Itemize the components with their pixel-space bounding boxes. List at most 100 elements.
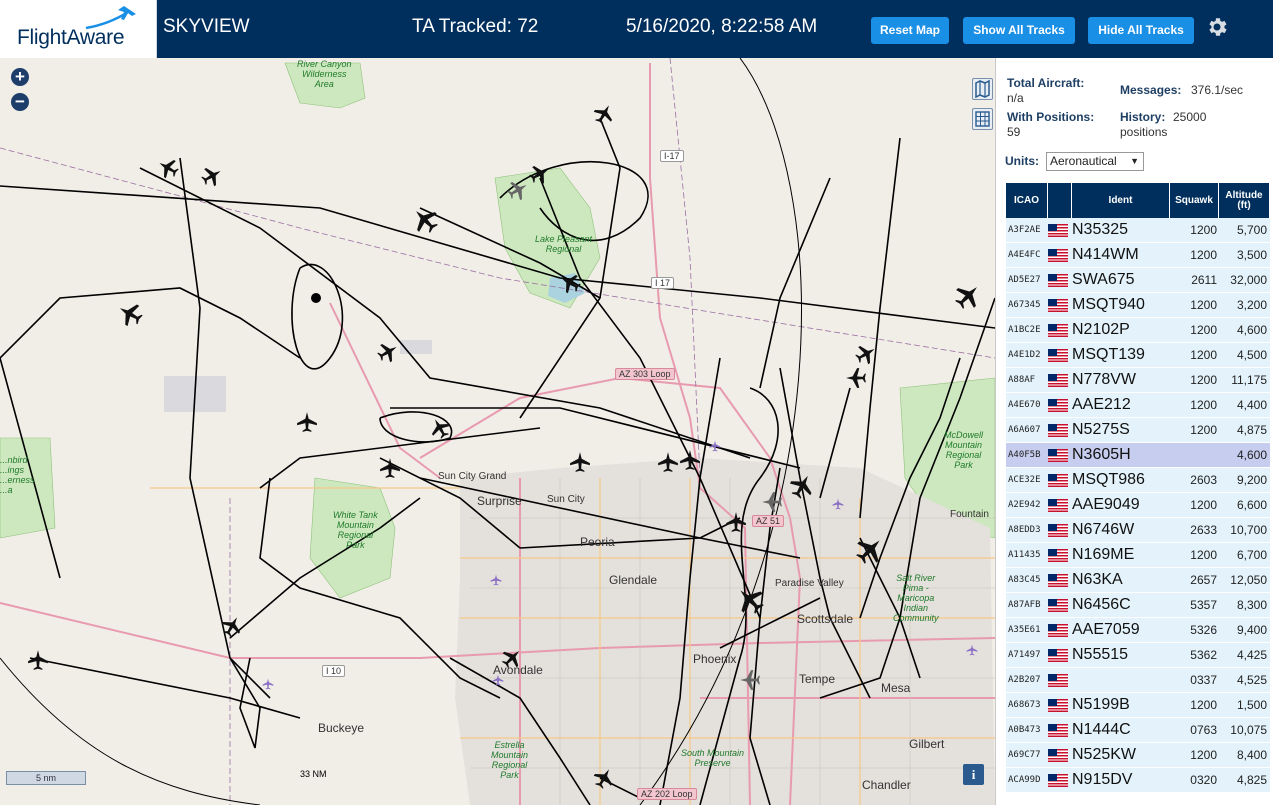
table-row[interactable]: A2B207 0337 4,525 [1006,668,1270,693]
col-icao[interactable]: ICAO [1006,183,1048,218]
cell-icao: A0B473 [1008,725,1041,735]
us-flag-icon [1048,748,1068,762]
cell-squawk: 5362 [1190,648,1217,662]
cell-altitude: 10,700 [1230,523,1267,537]
reset-map-button[interactable]: Reset Map [871,17,949,44]
cell-flag [1048,323,1072,337]
cell-ident: N169ME [1072,546,1135,563]
col-ident[interactable]: Ident [1072,183,1170,218]
table-row[interactable]: A69C77 N525KW 1200 8,400 [1006,743,1270,768]
cell-icao: A35E61 [1008,625,1041,635]
cell-flag [1048,423,1072,437]
cell-flag [1048,773,1072,787]
cell-icao: A11435 [1008,550,1041,560]
cell-flag [1048,648,1072,662]
col-squawk[interactable]: Squawk [1170,183,1219,218]
cell-flag [1048,598,1072,612]
table-row[interactable]: A0B473 N1444C 0763 10,075 [1006,718,1270,743]
cell-altitude: 9,400 [1236,623,1267,637]
table-row[interactable]: A4E1D2 MSQT139 1200 4,500 [1006,343,1270,368]
cell-icao: A87AFB [1008,600,1041,610]
table-row[interactable]: A6A607 N5275S 1200 4,875 [1006,418,1270,443]
cell-altitude: 1,500 [1236,698,1267,712]
table-row[interactable]: A4E4FC N414WM 1200 3,500 [1006,243,1270,268]
us-flag-icon [1048,223,1068,237]
table-row[interactable]: ACA99D N915DV 0320 4,825 [1006,768,1270,793]
units-label: Units: [1005,154,1039,168]
gear-icon[interactable] [1205,15,1229,39]
table-row[interactable]: A8EDD3 N6746W 2633 10,700 [1006,518,1270,543]
cell-squawk: 1200 [1190,498,1217,512]
cell-ident: N5275S [1072,421,1130,438]
cell-icao: ACE32E [1008,475,1041,485]
us-flag-icon [1048,773,1068,787]
us-flag-icon [1048,323,1068,337]
cell-icao: A6A607 [1008,425,1041,435]
cell-altitude: 4,400 [1236,398,1267,412]
map-canvas[interactable]: River Canyon Wilderness Area Lake Pleasa… [0,58,995,805]
cell-altitude: 4,875 [1236,423,1267,437]
table-row[interactable]: A3F2AE N35325 1200 5,700 [1006,218,1270,243]
table-row[interactable]: A35E61 AAE7059 5326 9,400 [1006,618,1270,643]
us-flag-icon [1048,523,1068,537]
col-altitude[interactable]: Altitude (ft) [1219,183,1270,218]
table-row[interactable]: A87AFB N6456C 5357 8,300 [1006,593,1270,618]
hide-all-tracks-button[interactable]: Hide All Tracks [1088,17,1194,44]
zoom-out-button[interactable]: − [11,93,29,111]
cell-squawk: 2633 [1190,523,1217,537]
cell-flag [1048,348,1072,362]
cell-altitude: 5,700 [1236,223,1267,237]
cell-flag [1048,273,1072,287]
grid-toggle-button[interactable] [972,108,993,130]
cell-squawk: 0337 [1190,673,1217,687]
cell-icao: A40F5B [1008,450,1041,460]
map-layers-button[interactable] [972,78,993,100]
cell-ident: SWA675 [1072,271,1135,288]
us-flag-icon [1048,248,1068,262]
show-all-tracks-button[interactable]: Show All Tracks [963,17,1075,44]
cell-flag [1048,748,1072,762]
cell-icao: A1BC2E [1008,325,1041,335]
aircraft-panel: Total Aircraft: n/a With Positions: 59 M… [995,58,1273,805]
cell-ident: N915DV [1072,771,1133,788]
table-row[interactable]: A40F5B N3605H 4,600 [1006,443,1270,468]
table-row[interactable]: A68673 N5199B 1200 1,500 [1006,693,1270,718]
table-header: ICAO Ident Squawk Altitude (ft) [1006,183,1270,218]
cell-flag [1048,573,1072,587]
table-row[interactable]: AD5E27 SWA675 2611 32,000 [1006,268,1270,293]
zoom-in-button[interactable]: + [11,68,29,86]
aircraft-table: ICAO Ident Squawk Altitude (ft) A3F2AE N3… [1006,183,1270,793]
history-unit: positions [1120,125,1168,139]
us-flag-icon [1048,273,1068,287]
cell-icao: A67345 [1008,300,1041,310]
cell-altitude: 10,075 [1230,723,1267,737]
table-row[interactable]: A2E942 AAE9049 1200 6,600 [1006,493,1270,518]
cell-squawk: 1200 [1190,548,1217,562]
cell-altitude: 12,050 [1230,573,1267,587]
us-flag-icon [1048,423,1068,437]
table-row[interactable]: A11435 N169ME 1200 6,700 [1006,543,1270,568]
cell-altitude: 11,175 [1231,373,1267,387]
cell-squawk: 1200 [1190,323,1217,337]
table-row[interactable]: A83C45 N63KA 2657 12,050 [1006,568,1270,593]
cell-icao: A83C45 [1008,575,1041,585]
cell-flag [1048,548,1072,562]
table-row[interactable]: A71497 N55515 5362 4,425 [1006,643,1270,668]
cell-icao: A3F2AE [1008,225,1041,235]
table-row[interactable]: A1BC2E N2102P 1200 4,600 [1006,318,1270,343]
with-positions-value: 59 [1007,125,1021,139]
table-row[interactable]: ACE32E MSQT986 2603 9,200 [1006,468,1270,493]
table-row[interactable]: A4E670 AAE212 1200 4,400 [1006,393,1270,418]
cell-altitude: 4,525 [1236,673,1267,687]
col-flag[interactable] [1048,183,1072,218]
cell-ident: AAE9049 [1072,496,1140,513]
cell-flag [1048,448,1072,462]
units-select[interactable]: Aeronautical ▼ [1046,152,1144,171]
cell-squawk: 1200 [1190,248,1217,262]
table-row[interactable]: A67345 MSQT940 1200 3,200 [1006,293,1270,318]
cell-altitude: 4,425 [1236,648,1267,662]
table-row[interactable]: A88AF N778VW 1200 11,175 [1006,368,1270,393]
flightaware-logo[interactable]: FlightAware [0,0,157,58]
cell-altitude: 3,500 [1236,248,1267,262]
info-button[interactable]: i [963,764,984,785]
